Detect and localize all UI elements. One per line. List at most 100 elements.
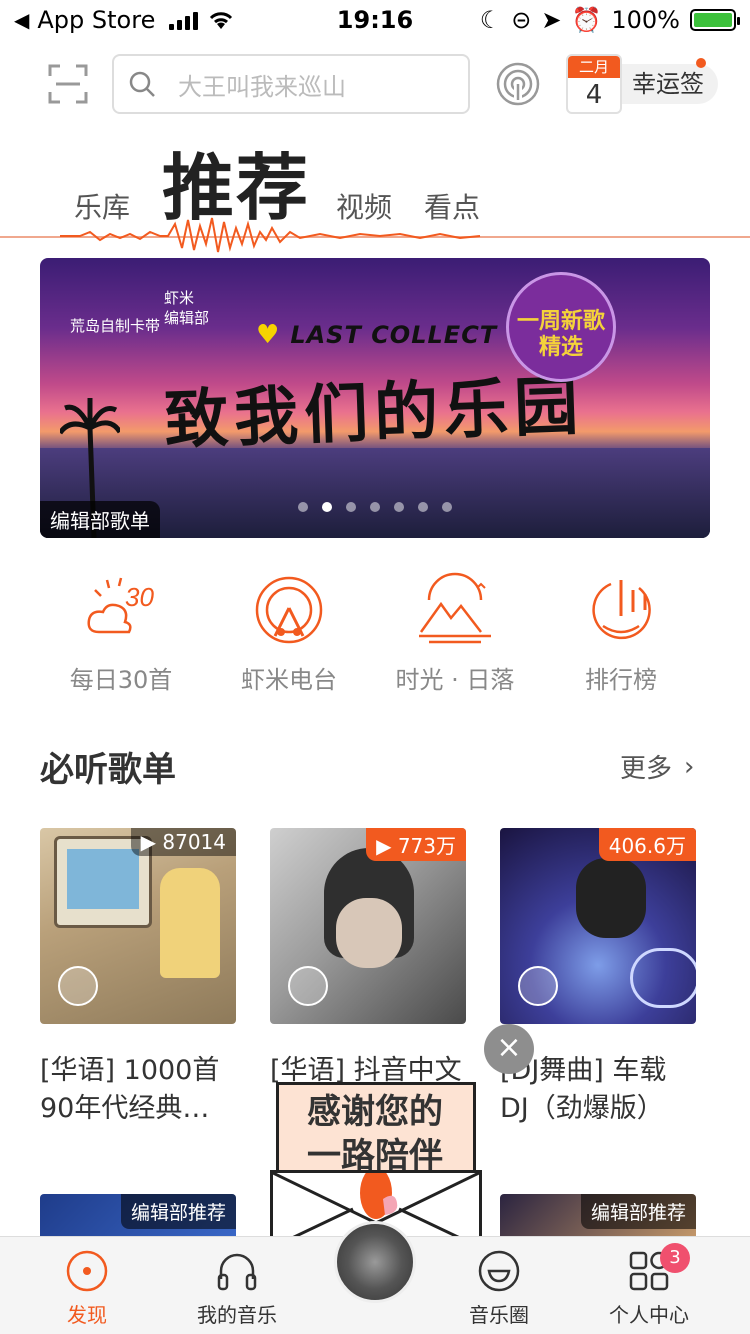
banner-brand-line3: 编辑部 (164, 309, 210, 327)
carousel-dot[interactable] (394, 502, 404, 512)
playlist-cover[interactable]: ▶ 87014 (40, 828, 236, 1024)
favorite-heart-icon[interactable] (518, 966, 558, 1006)
banner-carousel[interactable]: 荒岛自制卡带 虾米 编辑部 ♥ LAST COLLECT 致我们的乐园 一周新歌… (40, 258, 710, 538)
tab-waveform (60, 217, 481, 253)
entry-radio-label: 虾米电台 (241, 666, 337, 694)
headphones-icon (217, 1253, 257, 1291)
playlist-title-line2: DJ（劲爆版） (500, 1093, 664, 1124)
carousel-dot[interactable] (346, 502, 356, 512)
popup-text: 感谢您的 一路陪伴 (280, 1090, 470, 1178)
heart-icon: ♥ (256, 320, 281, 350)
play-count: ▶ 773万 (366, 828, 466, 861)
cover-child-illustration (160, 868, 220, 978)
tab-my-music-label: 我的音乐 (197, 1303, 277, 1327)
play-count-value: 773万 (397, 834, 456, 858)
banner-brand-line2: 虾米 (164, 289, 195, 307)
carousel-dot-active[interactable] (322, 502, 332, 512)
cover-artist-face (336, 898, 402, 968)
listen-recognize-icon[interactable] (494, 60, 542, 108)
banner-collect-text: LAST COLLECT (290, 321, 498, 349)
rotation-lock-icon: ⊝ (511, 6, 532, 34)
tab-my-music[interactable]: 我的音乐 (172, 1249, 302, 1328)
section-title: 必听歌单 (40, 750, 176, 790)
carousel-dot[interactable] (370, 502, 380, 512)
carousel-dot[interactable] (418, 502, 428, 512)
banner-brand-xiami: 虾米 编辑部 (164, 288, 209, 328)
moon-icon: ☾ (479, 6, 502, 34)
playlist-title-line2: 90年代经典… (40, 1093, 210, 1124)
tab-circle-label: 音乐圈 (469, 1303, 529, 1327)
playlist-title[interactable]: [华语] 1000首 90年代经典… (40, 1052, 240, 1128)
mountain-sunset-icon (419, 572, 491, 644)
carousel-dot[interactable] (298, 502, 308, 512)
section-more-label: 更多 (620, 754, 673, 784)
entry-charts-label: 排行榜 (585, 666, 657, 694)
editor-recommend-tag: 编辑部推荐 (120, 1194, 236, 1229)
favorite-heart-icon[interactable] (288, 966, 328, 1006)
playlist-card[interactable]: ▶ 773万 [华语] 抖音中文 (270, 828, 466, 1090)
chart-rank-icon (592, 580, 651, 640)
calendar-day: 4 (585, 80, 603, 110)
lucky-draw-button[interactable]: 幸运签 (616, 64, 718, 104)
search-bar[interactable]: 大王叫我来巡山 (112, 54, 470, 114)
bottom-tab-bar: 发现 我的音乐 音乐圈 个人中心 3 (0, 1221, 750, 1334)
playlist-cover[interactable]: ▶ 773万 (270, 828, 466, 1024)
now-playing-disc[interactable] (334, 1221, 416, 1303)
banner-brand-cassette: 荒岛自制卡带 (70, 317, 161, 335)
notification-dot (696, 58, 706, 68)
discover-icon (66, 1250, 108, 1292)
tab-discover[interactable]: 发现 (22, 1249, 152, 1328)
thanks-popup[interactable]: 感谢您的 一路陪伴 (270, 1082, 482, 1250)
playlist-title[interactable]: [DJ舞曲] 车载 DJ（劲爆版） (500, 1052, 700, 1128)
entry-charts[interactable]: 排行榜 (546, 570, 696, 695)
cover-dj-illustration (576, 858, 646, 938)
play-count: ▶ 87014 (130, 828, 236, 856)
playlist-card[interactable]: 406.6万 [DJ舞曲] 车载 DJ（劲爆版） (500, 828, 696, 1128)
chevron-right-icon: › (684, 751, 695, 782)
banner-title: 致我们的乐园 (163, 369, 586, 459)
play-count-value: 406.6万 (608, 834, 686, 858)
editor-recommend-tag: 编辑部推荐 (580, 1194, 696, 1229)
quick-entries: 30 每日30首 虾米电台 时光 · 日落 排行榜 (0, 570, 750, 694)
smile-icon (478, 1250, 520, 1292)
favorite-heart-icon[interactable] (58, 966, 98, 1006)
status-bar: ◀ App Store 19:16 ☾ ⊝ ➤ ⏰ 100% (0, 0, 750, 42)
screen: ◀ App Store 19:16 ☾ ⊝ ➤ ⏰ 100% 大王叫我来巡山 二… (0, 0, 750, 1334)
playlist-title-line1: [华语] 1000首 (40, 1055, 220, 1086)
daily-30-icon: 30 (87, 577, 154, 634)
battery-percent: 100% (611, 6, 680, 34)
section-more-button[interactable]: 更多 › (620, 748, 694, 785)
banner-caption: 编辑部歌单 (40, 501, 160, 538)
calendar-widget[interactable]: 二月 4 (566, 54, 622, 114)
entry-daily-30[interactable]: 30 每日30首 (46, 570, 196, 695)
tab-circle[interactable]: 音乐圈 (434, 1249, 564, 1328)
playlist-cover[interactable]: 406.6万 (500, 828, 696, 1024)
carousel-dots[interactable] (298, 502, 452, 512)
status-right: ☾ ⊝ ➤ ⏰ 100% (479, 6, 740, 34)
close-popup-button[interactable]: × (484, 1024, 534, 1074)
entry-radio[interactable]: 虾米电台 (214, 570, 364, 695)
svg-text:30: 30 (125, 582, 154, 612)
entry-daily-30-label: 每日30首 (69, 666, 173, 694)
search-icon (129, 71, 155, 97)
banner-collect-row: ♥ LAST COLLECT (256, 320, 497, 350)
playlist-card[interactable]: ▶ 87014 [华语] 1000首 90年代经典… (40, 828, 236, 1128)
cover-tv-screen (67, 849, 139, 909)
location-icon: ➤ (541, 6, 562, 34)
banner-badge: 一周新歌精选 (506, 272, 616, 382)
scan-icon[interactable] (48, 64, 88, 104)
tab-discover-label: 发现 (67, 1303, 107, 1327)
entry-sunset[interactable]: 时光 · 日落 (380, 570, 530, 695)
search-placeholder[interactable]: 大王叫我来巡山 (178, 67, 346, 102)
carousel-dot[interactable] (442, 502, 452, 512)
tab-profile[interactable]: 个人中心 (584, 1249, 714, 1328)
battery-icon (690, 9, 740, 31)
play-count-value: 87014 (162, 830, 226, 854)
entry-sunset-label: 时光 · 日落 (395, 666, 515, 694)
calendar-month: 二月 (568, 56, 620, 78)
cover-turntable (630, 948, 696, 1008)
popup-text-line1: 感谢您的 (307, 1092, 443, 1132)
profile-badge: 3 (660, 1243, 690, 1273)
alarm-icon: ⏰ (571, 6, 602, 34)
tab-profile-label: 个人中心 (609, 1303, 689, 1327)
